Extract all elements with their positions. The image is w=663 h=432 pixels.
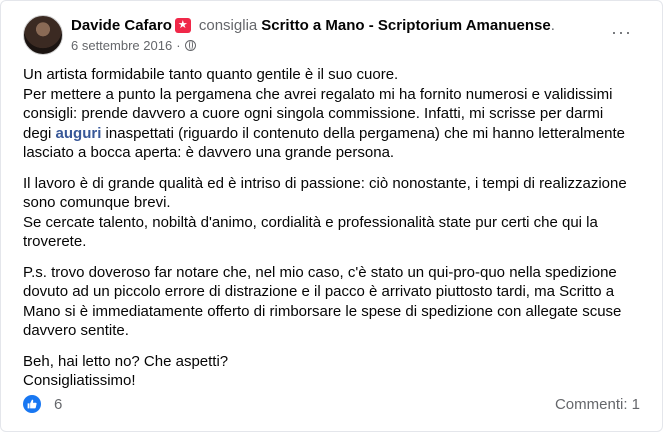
thumbs-up-glyph: [27, 399, 37, 409]
paragraph-1: Un artista formidabile tanto quanto gent…: [23, 65, 633, 163]
paragraph-2-line-2: Se cercate talento, nobiltà d'animo, cor…: [23, 213, 598, 251]
post-header: Davide Cafaro consiglia Scritto a Mano -…: [23, 15, 555, 55]
paragraph-4-line-1: Beh, hai letto no? Che aspetti?: [23, 352, 229, 370]
post-footer: 6 Commenti: 1: [23, 393, 640, 415]
recommends-verb: consiglia: [198, 17, 258, 34]
comments-count-link[interactable]: Commenti: 1: [555, 396, 640, 413]
page-name[interactable]: Scritto a Mano - Scriptorium Amanuense: [261, 16, 551, 35]
avatar[interactable]: [23, 15, 63, 55]
date-separator: ·: [176, 38, 181, 53]
post-title-line: Davide Cafaro consiglia Scritto a Mano -…: [71, 16, 555, 35]
paragraph-4-line-2: Consigliatissimo!: [23, 372, 136, 389]
paragraph-1-line-1: Un artista formidabile tanto quanto gent…: [23, 66, 399, 83]
paragraph-4: Beh, hai letto no? Che aspetti? Consigli…: [23, 352, 633, 391]
post-meta: Davide Cafaro consiglia Scritto a Mano -…: [71, 15, 555, 54]
tag-link[interactable]: auguri: [56, 125, 102, 142]
globe-icon[interactable]: [184, 40, 196, 51]
recommendation-icon: [174, 18, 191, 33]
paragraph-1-rest: inaspettati (riguardo il contenuto della…: [23, 124, 626, 162]
post-date[interactable]: 6 settembre 2016: [71, 37, 172, 54]
post-body: Un artista formidabile tanto quanto gent…: [23, 65, 633, 402]
paragraph-2-line-1: Il lavoro è di grande qualità ed è intri…: [23, 174, 627, 212]
author-name[interactable]: Davide Cafaro: [71, 16, 172, 35]
more-options-button[interactable]: ···: [611, 23, 632, 41]
post-card: Davide Cafaro consiglia Scritto a Mano -…: [0, 0, 663, 432]
page-name-period: .: [550, 17, 555, 34]
paragraph-2: Il lavoro è di grande qualità ed è intri…: [23, 174, 633, 252]
paragraph-3: P.s. trovo doveroso far notare che, nel …: [23, 263, 633, 341]
post-subtitle-line: 6 settembre 2016 ·: [71, 37, 555, 54]
paragraph-3-text: P.s. trovo doveroso far notare che, nel …: [23, 263, 622, 340]
reactions-summary[interactable]: 6: [23, 395, 62, 413]
like-icon: [23, 395, 41, 413]
like-count: 6: [54, 395, 63, 413]
